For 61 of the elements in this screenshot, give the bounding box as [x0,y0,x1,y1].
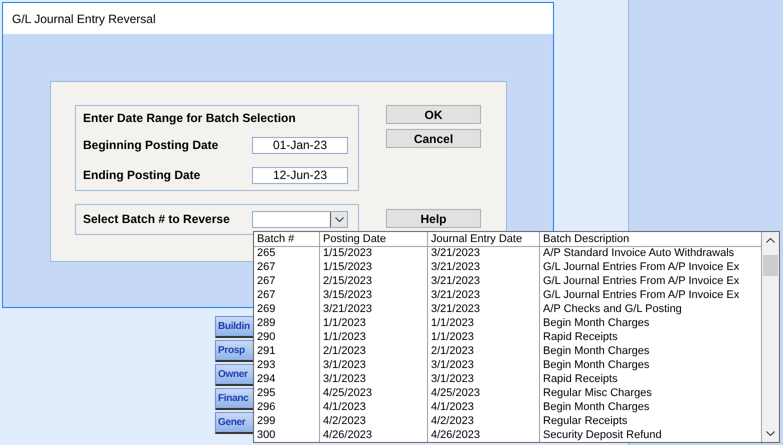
list-cell[interactable]: 3/21/2023 [320,302,428,316]
list-cell[interactable]: 265 [254,246,320,260]
column-header: Posting Date [320,232,428,247]
list-cell[interactable]: 289 [254,316,320,330]
list-cell[interactable]: 1/1/2023 [428,316,540,330]
list-cell[interactable]: 296 [254,400,320,414]
dialog-button[interactable]: Help [386,209,481,228]
list-cell[interactable]: 1/15/2023 [320,246,428,260]
list-cell[interactable]: 267 [254,288,320,302]
list-cell[interactable]: 4/1/2023 [428,400,540,414]
column-header: Journal Entry Date [428,232,540,247]
field-label: Select Batch # to Reverse [83,212,230,226]
list-cell[interactable]: 4/25/2023 [320,386,428,400]
list-cell[interactable]: 267 [254,274,320,288]
list-cell[interactable]: 3/1/2023 [320,358,428,372]
list-cell[interactable]: 1/1/2023 [320,330,428,344]
chevron-down-icon [334,216,344,222]
list-cell[interactable]: 4/2/2023 [428,414,540,428]
list-cell[interactable]: 295 [254,386,320,400]
column-header: Batch # [254,232,320,247]
list-cell[interactable]: 293 [254,358,320,372]
chevron-up-icon[interactable] [766,238,775,243]
list-cell[interactable]: 1/15/2023 [320,260,428,274]
list-cell[interactable]: 299 [254,414,320,428]
list-cell[interactable]: 3/1/2023 [320,372,428,386]
list-cell[interactable]: 1/1/2023 [320,316,428,330]
list-cell[interactable]: 4/2/2023 [320,414,428,428]
column-header: Batch Description [540,232,762,247]
list-cell[interactable]: 4/26/2023 [320,428,428,442]
list-cell[interactable]: 3/15/2023 [320,288,428,302]
list-cell[interactable]: 3/21/2023 [428,246,540,260]
list-cell[interactable]: 300 [254,428,320,442]
list-cell[interactable]: 3/21/2023 [428,302,540,316]
list-cell[interactable]: 3/21/2023 [428,288,540,302]
list-cell[interactable]: 3/1/2023 [428,372,540,386]
list-cell[interactable]: 267 [254,260,320,274]
dialog-button[interactable]: OK [386,105,481,124]
list-cell[interactable]: 2/1/2023 [428,344,540,358]
list-cell[interactable]: 291 [254,344,320,358]
list-cell[interactable]: 3/1/2023 [428,358,540,372]
list-cell[interactable]: 3/21/2023 [428,260,540,274]
list-cell[interactable]: 2/15/2023 [320,274,428,288]
list-cell[interactable]: 3/21/2023 [428,274,540,288]
list-cell[interactable]: 1/1/2023 [428,330,540,344]
field-label: Beginning Posting Date [83,138,218,152]
chevron-down-icon[interactable] [766,431,775,436]
dropdown-button[interactable] [330,212,347,226]
list-cell[interactable]: 4/26/2023 [428,428,540,442]
date-field[interactable]: 01-Jan-23 [252,136,348,154]
scrollbar-thumb[interactable] [763,255,778,276]
list-cell[interactable]: 4/25/2023 [428,386,540,400]
list-cell[interactable]: 4/1/2023 [320,400,428,414]
field-label: Ending Posting Date [83,168,200,182]
group-heading: Enter Date Range for Batch Selection [83,111,297,127]
list-cell[interactable]: 2/1/2023 [320,344,428,358]
list-cell[interactable]: 290 [254,330,320,344]
list-cell[interactable]: 294 [254,372,320,386]
date-field[interactable]: 12-Jun-23 [252,166,348,184]
list-cell[interactable]: 269 [254,302,320,316]
dialog-button[interactable]: Cancel [386,129,481,148]
window-title: G/L Journal Entry Reversal [12,12,156,26]
